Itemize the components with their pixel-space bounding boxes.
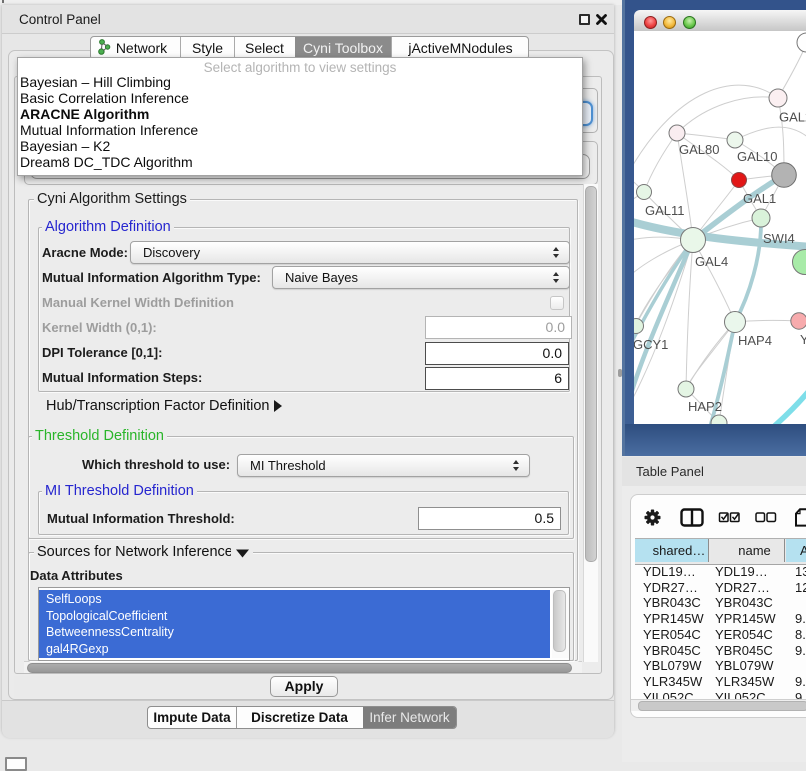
svg-text:HAP4: HAP4 bbox=[738, 333, 772, 348]
svg-text:GAL2: GAL2 bbox=[779, 110, 806, 125]
svg-text:GAL1: GAL1 bbox=[743, 191, 776, 206]
svg-text:GAL11: GAL11 bbox=[645, 203, 685, 218]
svg-text:HAP2: HAP2 bbox=[688, 399, 722, 414]
svg-text:GAL10: GAL10 bbox=[737, 149, 777, 164]
svg-text:GAL80: GAL80 bbox=[679, 142, 719, 157]
svg-text:Y: Y bbox=[800, 332, 806, 347]
svg-text:SWI4: SWI4 bbox=[763, 231, 795, 246]
svg-text:GAL4: GAL4 bbox=[695, 254, 728, 269]
svg-text:GCY1: GCY1 bbox=[634, 337, 668, 352]
